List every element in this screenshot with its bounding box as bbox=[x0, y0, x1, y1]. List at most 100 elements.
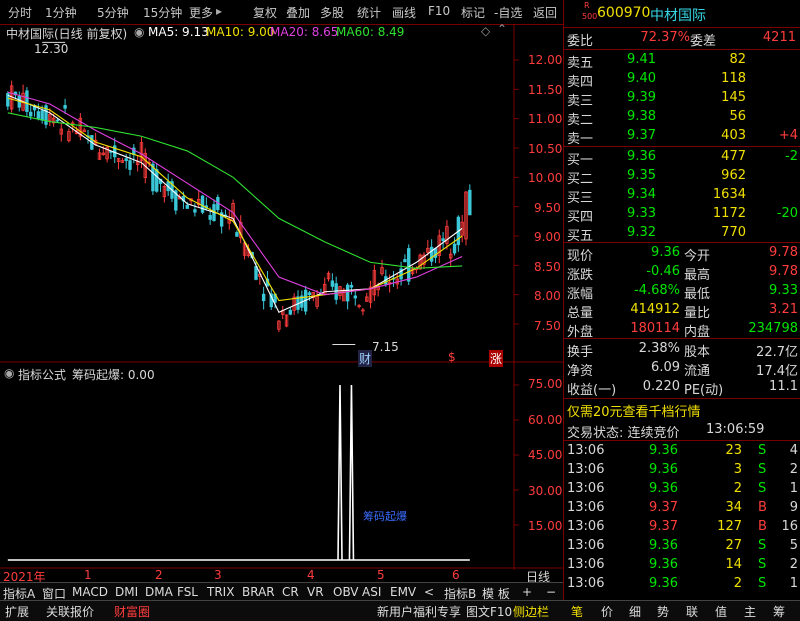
event-caibao-marker[interactable]: 财 bbox=[358, 350, 373, 367]
status-fortune-circle[interactable]: 财富圈 bbox=[114, 603, 150, 620]
tick-volume: 2 bbox=[733, 576, 742, 591]
tick-side: S bbox=[758, 462, 767, 477]
status-related-quote[interactable]: 关联报价 bbox=[46, 603, 94, 620]
rtab-bi[interactable]: 笔 bbox=[571, 603, 583, 620]
kline-svg bbox=[0, 24, 563, 570]
tab-dmi[interactable]: DMI bbox=[115, 585, 138, 599]
tick-time: 13:06 bbox=[567, 500, 605, 515]
chart-collapse-icon[interactable]: ⌃ bbox=[497, 22, 507, 36]
tick-time: 13:06 bbox=[567, 443, 605, 458]
tab-obv[interactable]: OBV bbox=[333, 585, 359, 599]
divider bbox=[564, 242, 800, 243]
status-f10[interactable]: 图文F10 bbox=[466, 603, 512, 620]
ma-toggle-icon[interactable]: ◉ bbox=[134, 25, 144, 39]
indicator-tick: 30.00 bbox=[528, 484, 563, 498]
rtab-xi[interactable]: 细 bbox=[629, 603, 641, 620]
indicator-tick: 15.00 bbox=[528, 519, 563, 533]
tab-15min[interactable]: 15分钟 bbox=[143, 4, 182, 21]
stat-value: 0.220 bbox=[642, 379, 680, 394]
tab-more[interactable]: 更多 bbox=[189, 4, 213, 21]
candle-body bbox=[193, 209, 197, 213]
btn-fanhui[interactable]: 返回 bbox=[533, 4, 557, 21]
ask-volume: 403 bbox=[721, 128, 746, 143]
ma-line-ma60 bbox=[7, 112, 463, 269]
bid-label: 买二 bbox=[567, 172, 594, 187]
price-tick: 8.00 bbox=[534, 289, 561, 303]
tab-1min[interactable]: 1分钟 bbox=[45, 4, 77, 21]
btn-duogu[interactable]: 多股 bbox=[320, 4, 344, 21]
price-tick: 8.50 bbox=[534, 260, 561, 274]
event-dollar-marker[interactable]: $ bbox=[448, 350, 456, 364]
status-sidebar[interactable]: 侧边栏 bbox=[513, 603, 549, 620]
candle-body bbox=[288, 309, 293, 315]
tab-fsl[interactable]: FSL bbox=[177, 585, 198, 599]
tick-volume: 3 bbox=[733, 462, 742, 477]
tick-price: 9.36 bbox=[649, 462, 678, 477]
rtab-chou[interactable]: 筹 bbox=[773, 603, 785, 620]
promo-link[interactable]: 仅需20元查看千档行情 bbox=[567, 401, 701, 420]
more-arrow-icon[interactable]: ▸ bbox=[216, 4, 222, 18]
ask-volume: 145 bbox=[721, 90, 746, 105]
stat-row: 涨跌 -0.46 最高 9.78 bbox=[564, 263, 800, 283]
btn-huaxian[interactable]: 画线 bbox=[392, 4, 416, 21]
high-mark-label: 12.30 bbox=[34, 42, 69, 56]
tick-row: 13:06 9.36 3 S 2 bbox=[564, 461, 800, 480]
ma20-label: MA20: 8.65 bbox=[270, 25, 339, 39]
tab-asi[interactable]: ASI bbox=[362, 585, 381, 599]
stat-label: 量比 bbox=[684, 306, 711, 321]
tab-scroll-left-icon[interactable]: < bbox=[424, 585, 434, 599]
btn-biaoji[interactable]: 标记 bbox=[461, 4, 485, 21]
tab-dma[interactable]: DMA bbox=[145, 585, 173, 599]
indicator-menu-icon[interactable]: ◉ bbox=[4, 366, 14, 380]
candle-body bbox=[29, 111, 33, 117]
tick-count: 16 bbox=[781, 519, 798, 534]
btn-zixuan[interactable]: -自选 bbox=[494, 4, 522, 21]
tab-brar[interactable]: BRAR bbox=[242, 585, 275, 599]
stat-label: 涨跌 bbox=[567, 268, 594, 283]
date-tick: 6 bbox=[452, 568, 460, 582]
status-expand[interactable]: 扩展 bbox=[5, 603, 29, 620]
tab-emv[interactable]: EMV bbox=[390, 585, 416, 599]
btn-f10[interactable]: F10 bbox=[428, 4, 450, 18]
stat-value: 234798 bbox=[748, 321, 798, 336]
btn-diejia[interactable]: 叠加 bbox=[286, 4, 310, 21]
status-new-user[interactable]: 新用户福利专享 bbox=[377, 603, 461, 620]
ask-row: 卖五 9.41 82 bbox=[564, 51, 800, 71]
tick-volume: 34 bbox=[725, 500, 742, 515]
ask-price: 9.38 bbox=[627, 109, 656, 124]
tab-trix[interactable]: TRIX bbox=[207, 585, 234, 599]
kline-chart-area[interactable]: 中材国际(日线 前复权) ◉ MA5: 9.13 MA10: 9.00 MA20… bbox=[0, 22, 563, 584]
btn-tongji[interactable]: 统计 bbox=[357, 4, 381, 21]
rtab-jia[interactable]: 价 bbox=[601, 603, 613, 620]
tab-add[interactable]: + bbox=[522, 585, 532, 599]
rtab-shi[interactable]: 势 bbox=[657, 603, 669, 620]
tick-time: 13:06 bbox=[567, 462, 605, 477]
tab-vr[interactable]: VR bbox=[307, 585, 324, 599]
tab-cr[interactable]: CR bbox=[282, 585, 299, 599]
price-tick: 10.50 bbox=[528, 142, 563, 156]
chart-settings-icon[interactable]: ◇ bbox=[481, 24, 490, 38]
ma10-label: MA10: 9.00 bbox=[206, 25, 275, 39]
bid-volume: 770 bbox=[721, 225, 746, 240]
candle-body bbox=[452, 243, 457, 254]
tick-count: 1 bbox=[789, 576, 798, 591]
rtab-lian[interactable]: 联 bbox=[686, 603, 698, 620]
stat-label: 股本 bbox=[684, 345, 711, 360]
tab-5min[interactable]: 5分钟 bbox=[97, 4, 129, 21]
tab-macd[interactable]: MACD bbox=[72, 585, 108, 599]
event-zhang-marker[interactable]: 涨 bbox=[489, 350, 504, 367]
indicator-title[interactable]: 指标公式 bbox=[18, 366, 66, 383]
rtab-zhu[interactable]: 主 bbox=[744, 603, 756, 620]
tab-remove[interactable]: − bbox=[546, 585, 556, 599]
bid-label: 买四 bbox=[567, 210, 594, 225]
stat-label: 今开 bbox=[684, 249, 711, 264]
tick-price: 9.37 bbox=[649, 500, 678, 515]
ask-price: 9.40 bbox=[627, 71, 656, 86]
btn-fuquan[interactable]: 复权 bbox=[253, 4, 277, 21]
tick-count: 9 bbox=[789, 500, 798, 515]
stat-row: 收益(一) 0.220 PE(动) 11.1 bbox=[564, 378, 800, 398]
rtab-zhi[interactable]: 值 bbox=[715, 603, 727, 620]
tab-fenshi[interactable]: 分时 bbox=[8, 4, 32, 21]
candle-body bbox=[403, 259, 407, 263]
stat-value: -4.68% bbox=[634, 283, 680, 298]
